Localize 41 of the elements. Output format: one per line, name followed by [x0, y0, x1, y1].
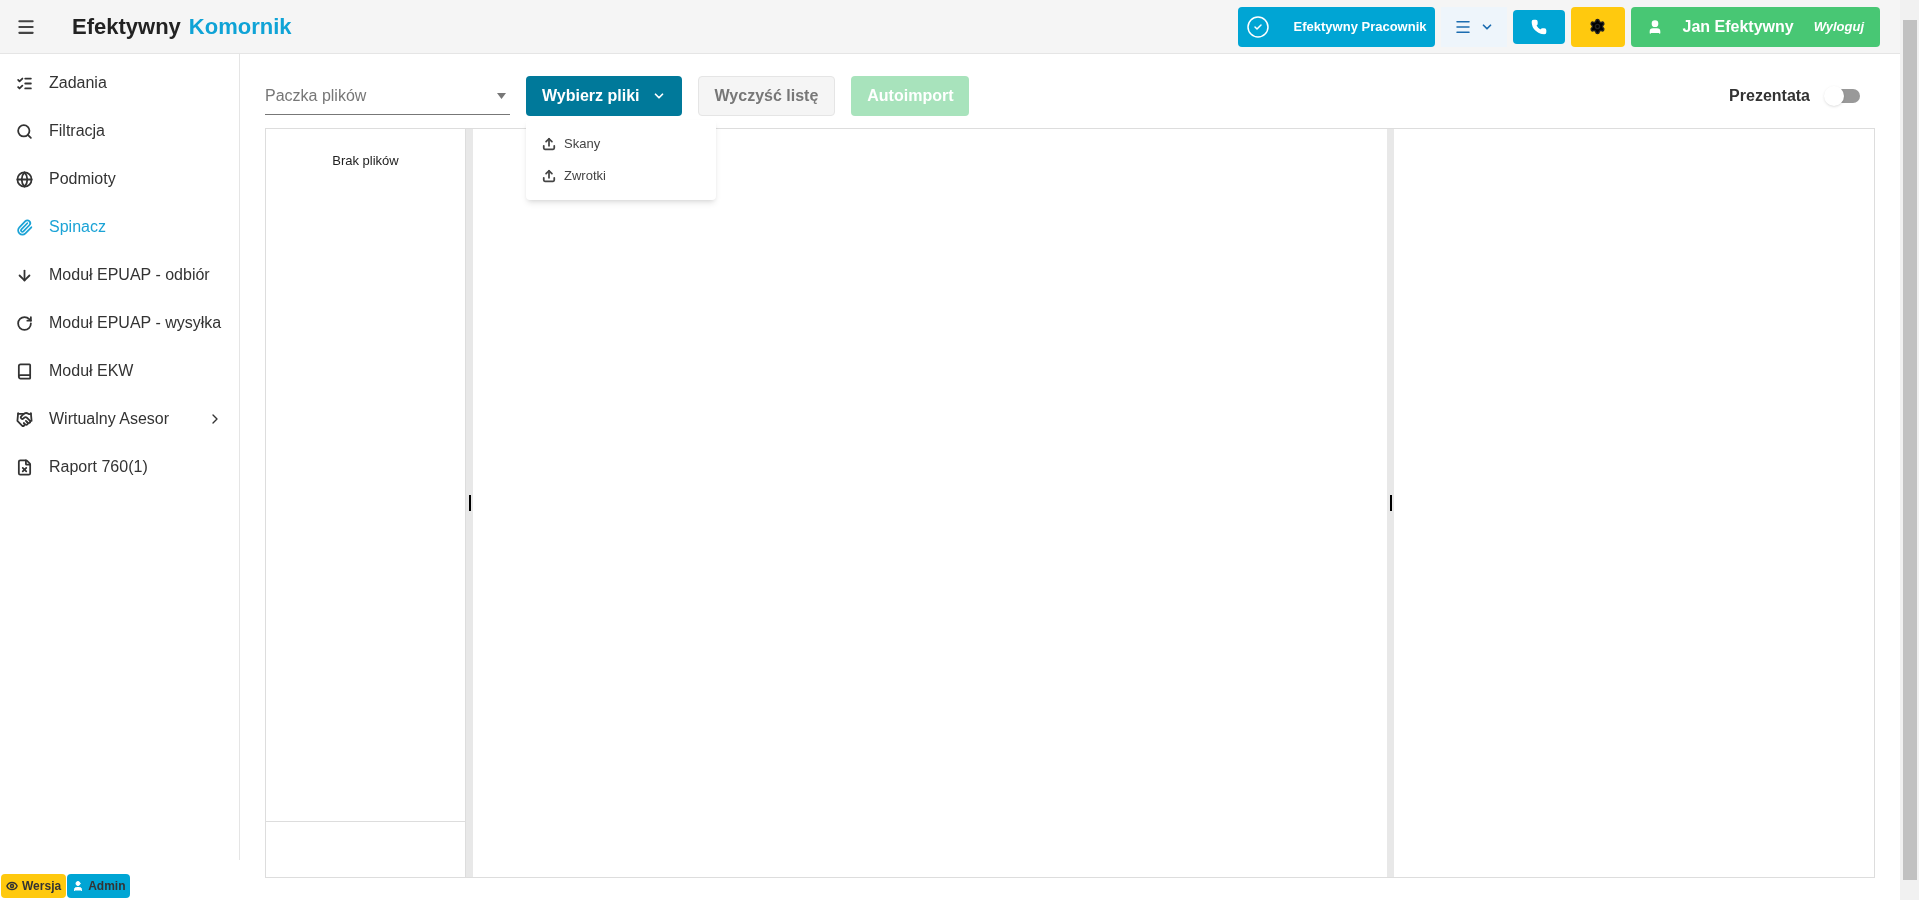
sidebar-item[interactable]: Moduł EPUAP - odbiór — [0, 251, 239, 299]
toolbar-button[interactable]: Wyczyść listę — [697, 76, 836, 116]
menu-item[interactable]: Skany — [526, 128, 716, 160]
toolbar-button[interactable]: Wybierz pliki — [526, 76, 682, 116]
upload-icon — [542, 137, 556, 151]
sidebar-item[interactable]: Wirtualny Asesor — [0, 395, 239, 443]
user-icon — [72, 880, 85, 892]
phone-icon — [1530, 18, 1547, 35]
handshake-icon — [16, 410, 33, 428]
empty-list-text: Brak plików — [332, 152, 399, 170]
phone-button[interactable] — [1512, 9, 1565, 44]
sidebar-item[interactable]: Moduł EKW — [0, 347, 239, 395]
sidebar-item[interactable]: Podmioty — [0, 155, 239, 203]
upload-icon — [542, 169, 556, 183]
splitter-handle[interactable] — [1387, 129, 1394, 877]
settings-button[interactable] — [1570, 6, 1625, 47]
scrollbar[interactable] — [1900, 0, 1919, 900]
search-icon — [16, 122, 33, 140]
brand-name: Efektywny — [72, 13, 181, 41]
settings-icon — [1589, 18, 1607, 35]
sidebar-item[interactable]: Zadania — [0, 59, 239, 107]
admin-badge[interactable]: Admin — [67, 874, 131, 898]
file-package-select[interactable]: Paczka plików — [265, 77, 510, 115]
toggle-switch[interactable] — [1826, 89, 1860, 103]
paperclip-icon — [16, 218, 33, 236]
globe-icon — [16, 170, 33, 188]
splitter-handle[interactable] — [466, 129, 473, 877]
check-circle-icon — [1245, 14, 1270, 39]
sidebar-item[interactable]: Moduł EPUAP - wysyłka — [0, 299, 239, 347]
sidebar-item[interactable]: Raport 760(1) — [0, 443, 239, 491]
toggle-label: Prezentata — [1729, 86, 1810, 106]
caret-down-icon — [497, 92, 506, 99]
menu-item[interactable]: Zwrotki — [526, 160, 716, 192]
file-x-icon — [16, 458, 33, 476]
refresh-icon — [16, 314, 33, 332]
brand-name-accent: Komornik — [188, 13, 292, 41]
menu-dropdown-button[interactable] — [1440, 6, 1507, 47]
version-badge[interactable]: Wersja — [1, 874, 67, 898]
book-icon — [16, 362, 33, 380]
sidebar-item[interactable]: Filtracja — [0, 107, 239, 155]
eye-icon — [6, 880, 18, 892]
